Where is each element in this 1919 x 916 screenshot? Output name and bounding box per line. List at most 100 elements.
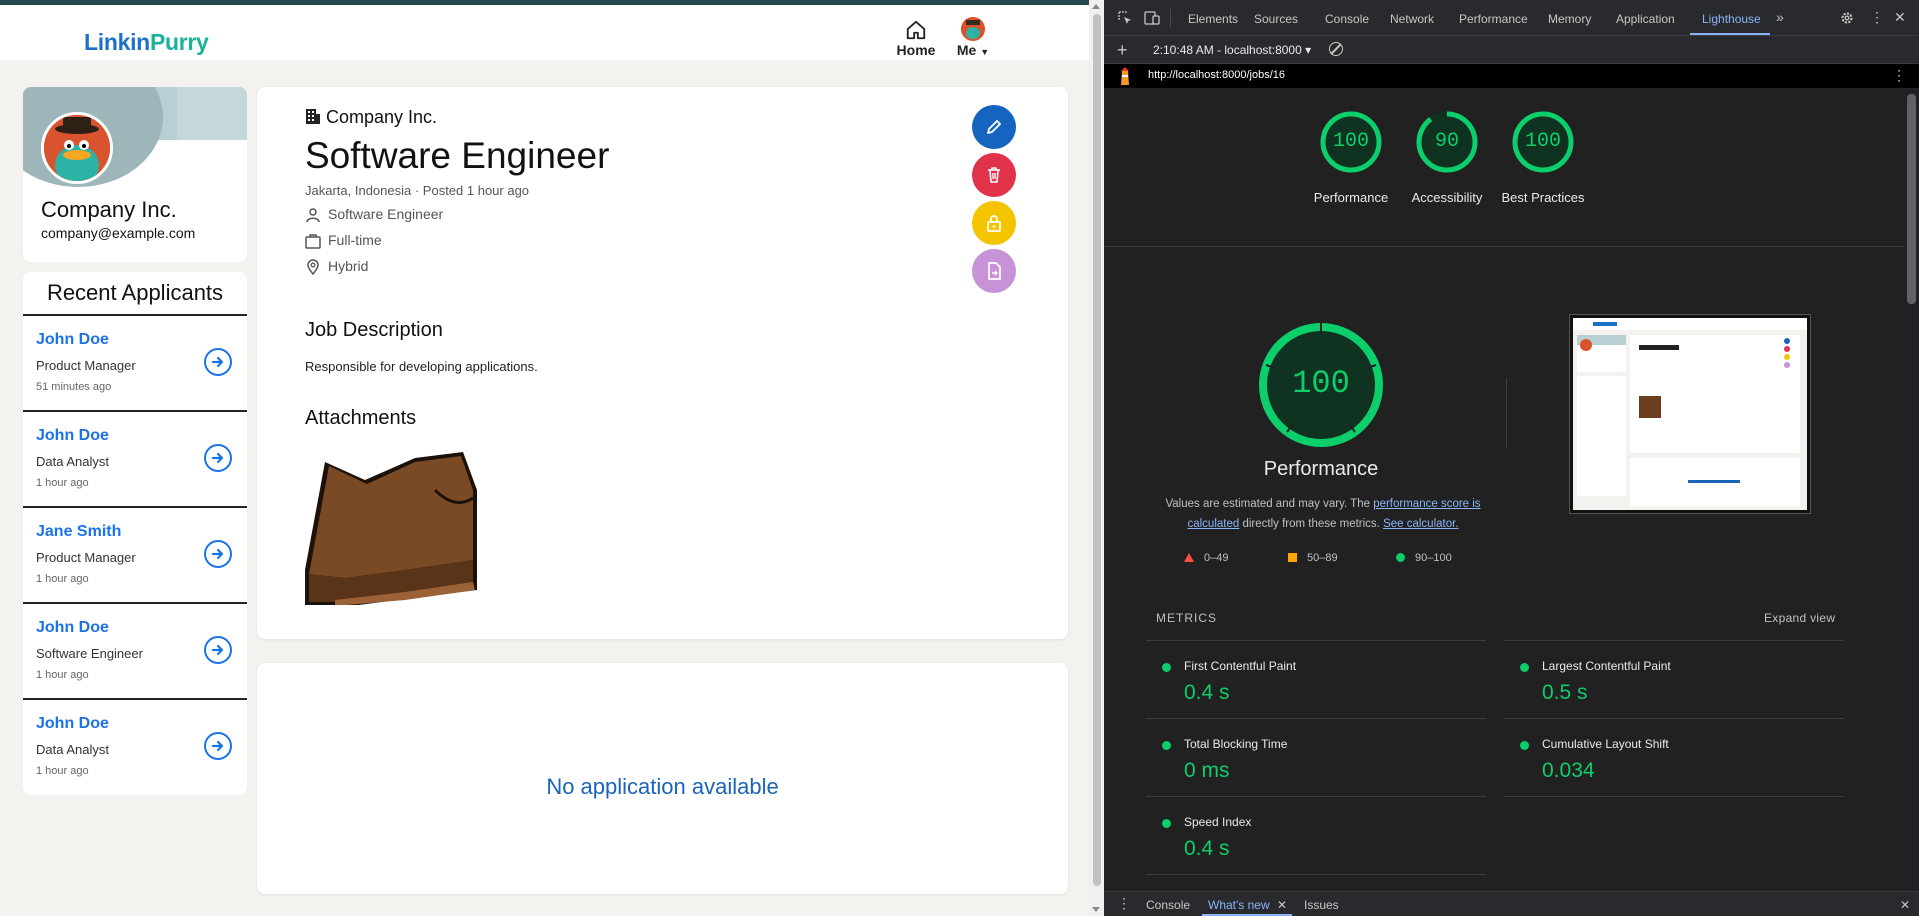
- metric-value: 0.034: [1542, 759, 1595, 782]
- drawer-tab-whats-new[interactable]: What's new: [1208, 898, 1270, 912]
- score-gauge-accessibility[interactable]: 90: [1415, 110, 1479, 174]
- lighthouse-logo-icon: [1121, 67, 1129, 85]
- applicant-name[interactable]: John Doe: [36, 715, 109, 733]
- devtools-toolbar: Elements Sources Console Network Perform…: [1104, 0, 1919, 36]
- applicant-item[interactable]: John Doe Data Analyst 1 hour ago: [23, 698, 247, 794]
- drawer-menu-icon[interactable]: ⋮: [1117, 895, 1131, 912]
- see-calculator-link[interactable]: See calculator.: [1383, 518, 1458, 530]
- close-tab-icon[interactable]: ✕: [1277, 898, 1287, 912]
- applicant-item[interactable]: Jane Smith Product Manager 1 hour ago: [23, 506, 247, 602]
- tab-application[interactable]: Application: [1616, 12, 1675, 26]
- clear-reports-icon[interactable]: [1329, 42, 1343, 56]
- tab-lighthouse[interactable]: Lighthouse: [1702, 12, 1761, 26]
- score-gauge-best-practices[interactable]: 100: [1511, 110, 1575, 174]
- close-devtools-icon[interactable]: ✕: [1894, 9, 1906, 26]
- arrow-right-circle-icon[interactable]: [204, 636, 232, 664]
- close-drawer-icon[interactable]: ✕: [1900, 898, 1910, 912]
- expand-view-toggle[interactable]: Expand view: [1764, 611, 1835, 625]
- arrow-right-circle-icon[interactable]: [204, 444, 232, 472]
- square-icon: [1288, 553, 1297, 562]
- page-scrollbar-thumb[interactable]: [1093, 14, 1101, 886]
- inspect-element-icon[interactable]: [1118, 11, 1132, 25]
- logo-text-purry: Purry: [149, 29, 209, 55]
- metric-value: 0 ms: [1184, 759, 1230, 782]
- performance-gauge: 100: [1256, 320, 1386, 450]
- applicant-name[interactable]: John Doe: [36, 331, 109, 349]
- score-label: Performance: [1313, 190, 1389, 205]
- arrow-right-circle-icon[interactable]: [204, 732, 232, 760]
- job-description: Responsible for developing applications.: [305, 359, 538, 374]
- note-text: Values are estimated and may vary. The: [1165, 498, 1374, 510]
- score-gauge-performance[interactable]: 100: [1319, 110, 1383, 174]
- nav-home[interactable]: Home: [896, 19, 936, 58]
- applicant-role: Product Manager: [36, 358, 136, 373]
- nav-me[interactable]: Me ▼: [952, 17, 994, 58]
- tab-performance[interactable]: Performance: [1459, 12, 1528, 26]
- close-job-button[interactable]: [972, 201, 1016, 245]
- trash-icon: [988, 167, 1000, 183]
- report-scrollbar-thumb[interactable]: [1907, 94, 1916, 304]
- metric-speed-index: Speed Index 0.4 s: [1146, 796, 1486, 874]
- applicant-time: 51 minutes ago: [36, 381, 112, 393]
- applicant-name[interactable]: Jane Smith: [36, 523, 121, 541]
- briefcase-icon: [305, 234, 321, 249]
- score-value: 90: [1434, 130, 1459, 153]
- metric-name: Speed Index: [1184, 815, 1252, 829]
- delete-job-button[interactable]: [972, 153, 1016, 197]
- legend-average: 50–89: [1288, 552, 1338, 564]
- tab-elements[interactable]: Elements: [1188, 12, 1238, 26]
- page-screenshot-thumbnail[interactable]: [1570, 315, 1810, 513]
- edit-job-button[interactable]: [972, 105, 1016, 149]
- circle-icon: [1396, 553, 1405, 562]
- lock-icon: [987, 215, 1001, 232]
- no-applications-text: No application available: [546, 774, 779, 799]
- export-job-button[interactable]: [972, 249, 1016, 293]
- job-location-type-text: Hybrid: [328, 258, 369, 274]
- new-report-icon[interactable]: +: [1117, 40, 1128, 61]
- profile-avatar[interactable]: [41, 112, 113, 184]
- applicant-name[interactable]: John Doe: [36, 619, 109, 637]
- applicant-item[interactable]: John Doe Product Manager 51 minutes ago: [23, 314, 247, 410]
- tab-console[interactable]: Console: [1325, 12, 1369, 26]
- logo-text-link: Link: [84, 29, 131, 55]
- applicant-role: Product Manager: [36, 550, 136, 565]
- more-tabs-icon[interactable]: »: [1776, 9, 1784, 25]
- metric-value: 0.5 s: [1542, 681, 1588, 704]
- performance-score-value: 100: [1292, 365, 1350, 402]
- scroll-up-arrow-icon[interactable]: [1092, 4, 1100, 9]
- report-menu-icon[interactable]: ⋮: [1892, 67, 1906, 84]
- device-toolbar-icon[interactable]: [1144, 11, 1160, 25]
- tab-memory[interactable]: Memory: [1548, 12, 1591, 26]
- report-selector[interactable]: 2:10:48 AM - localhost:8000 ▾: [1153, 43, 1311, 57]
- profile-email: company@example.com: [41, 225, 196, 241]
- applicant-item[interactable]: John Doe Data Analyst 1 hour ago: [23, 410, 247, 506]
- lighthouse-report: 100 Performance 90 Accessibility 100 Bes…: [1104, 88, 1904, 891]
- logo[interactable]: LinkinPurry: [84, 29, 209, 56]
- more-options-icon[interactable]: ⋮: [1870, 9, 1884, 26]
- pass-dot-icon: [1520, 663, 1529, 672]
- arrow-right-circle-icon[interactable]: [204, 540, 232, 568]
- navbar: LinkinPurry Home Me ▼: [0, 5, 1089, 60]
- applicant-name[interactable]: John Doe: [36, 427, 109, 445]
- recent-applicants-title: Recent Applicants: [46, 280, 224, 305]
- settings-gear-icon[interactable]: [1840, 11, 1854, 25]
- avatar: [961, 17, 985, 41]
- drawer-tab-issues[interactable]: Issues: [1304, 898, 1339, 912]
- tab-network[interactable]: Network: [1390, 12, 1434, 26]
- applicant-item[interactable]: John Doe Software Engineer 1 hour ago: [23, 602, 247, 698]
- metric-name: First Contentful Paint: [1184, 659, 1297, 673]
- attachments-heading: Attachments: [305, 407, 417, 429]
- scroll-down-arrow-icon[interactable]: [1092, 907, 1100, 912]
- job-position: Software Engineer: [305, 206, 443, 223]
- tab-sources[interactable]: Sources: [1254, 12, 1298, 26]
- arrow-right-circle-icon[interactable]: [204, 348, 232, 376]
- drawer-tab-console[interactable]: Console: [1146, 898, 1190, 912]
- page-scrollbar[interactable]: [1089, 0, 1104, 916]
- legend-pass: 90–100: [1396, 552, 1452, 564]
- attachment-hat-image[interactable]: [305, 450, 477, 605]
- job-company: Company Inc.: [305, 107, 437, 128]
- report-scrollbar[interactable]: [1904, 88, 1919, 891]
- metric-name: Total Blocking Time: [1184, 737, 1288, 751]
- divider: [1146, 874, 1486, 875]
- location-pin-icon: [307, 259, 319, 276]
